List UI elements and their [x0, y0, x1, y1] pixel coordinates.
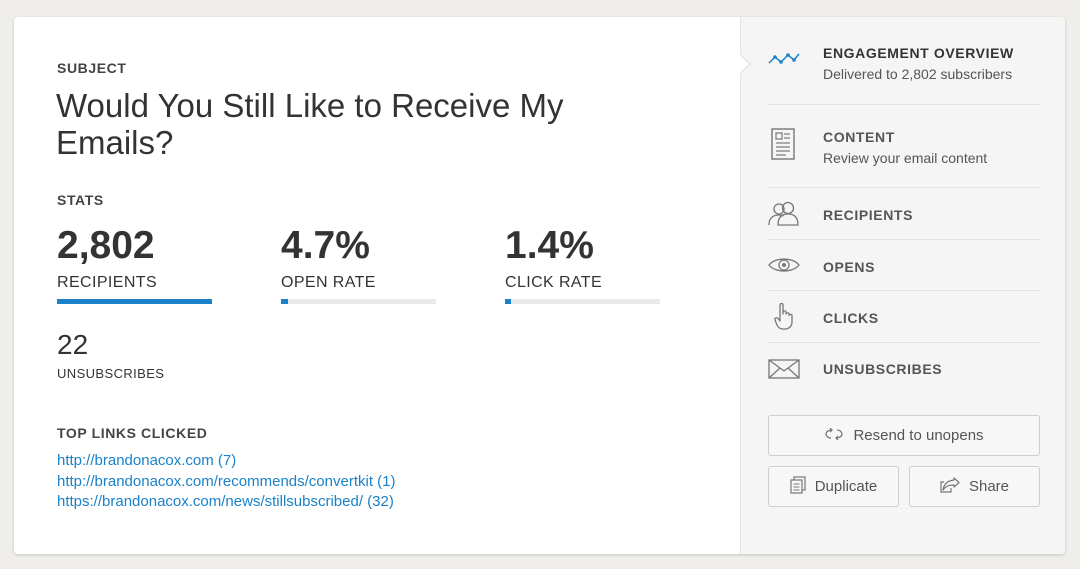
top-links-label: TOP LINKS CLICKED — [57, 425, 208, 441]
progress-fill — [505, 299, 512, 304]
progress-fill — [57, 299, 212, 304]
document-icon — [771, 128, 795, 165]
stats-label: STATS — [57, 192, 104, 208]
sidebar-item-opens[interactable]: OPENS — [768, 240, 1040, 291]
sidebar-item-recipients[interactable]: RECIPIENTS — [768, 188, 1040, 240]
stat-value: 4.7% — [281, 224, 370, 267]
subject-label: SUBJECT — [57, 60, 127, 76]
sidebar-item-engagement-overview[interactable]: ENGAGEMENT OVERVIEW Delivered to 2,802 s… — [768, 37, 1040, 105]
stat-unsubscribes: 22 UNSUBSCRIBES — [57, 328, 164, 381]
sidebar-item-subtitle: Review your email content — [823, 150, 988, 166]
report-main-panel: SUBJECT Would You Still Like to Receive … — [14, 17, 740, 554]
sidebar-item-title: CONTENT — [823, 129, 895, 145]
stat-label: CLICK RATE — [505, 274, 603, 291]
people-icon — [768, 200, 800, 231]
duplicate-label: Duplicate — [814, 478, 878, 495]
campaign-report-card: SUBJECT Would You Still Like to Receive … — [14, 17, 1065, 554]
stat-label: OPEN RATE — [281, 274, 376, 291]
progress-bar — [281, 299, 436, 304]
top-link[interactable]: http://brandonacox.com/recommends/conver… — [57, 472, 395, 493]
line-chart-icon — [768, 51, 800, 72]
stat-value: 2,802 — [57, 224, 155, 267]
progress-fill — [281, 299, 289, 304]
sidebar-item-title: CLICKS — [823, 310, 879, 326]
top-links-list: http://brandonacox.com (7) http://brando… — [57, 451, 395, 513]
active-caret — [740, 55, 749, 73]
sidebar-item-subtitle: Delivered to 2,802 subscribers — [823, 66, 1013, 82]
sidebar-item-clicks[interactable]: CLICKS — [768, 291, 1040, 343]
resend-icon — [824, 427, 853, 444]
progress-bar — [57, 299, 212, 304]
duplicate-button[interactable]: Duplicate — [768, 466, 899, 507]
sidebar-item-title: RECIPIENTS — [823, 207, 914, 223]
pointer-hand-icon — [773, 302, 795, 335]
unsubscribes-label: UNSUBSCRIBES — [57, 366, 165, 381]
duplicate-icon — [790, 475, 815, 498]
sidebar-item-title: ENGAGEMENT OVERVIEW — [823, 45, 1014, 61]
eye-icon — [768, 256, 800, 279]
sidebar-item-unsubscribes[interactable]: UNSUBSCRIBES — [768, 343, 1040, 395]
share-icon — [940, 476, 969, 497]
resend-to-unopens-button[interactable]: Resend to unopens — [768, 415, 1040, 456]
sidebar-item-title: OPENS — [823, 259, 876, 275]
share-label: Share — [968, 478, 1010, 495]
sidebar-item-title: UNSUBSCRIBES — [823, 361, 943, 377]
stat-label: RECIPIENTS — [57, 274, 158, 291]
stat-value: 1.4% — [505, 224, 594, 267]
sidebar-item-content[interactable]: CONTENT Review your email content — [768, 105, 1040, 188]
stat-recipients: 2,802 RECIPIENTS — [57, 223, 212, 304]
unsubscribes-value: 22 — [57, 329, 89, 360]
report-sidebar: ENGAGEMENT OVERVIEW Delivered to 2,802 s… — [740, 17, 1065, 554]
top-link[interactable]: https://brandonacox.com/news/stillsubscr… — [57, 492, 395, 513]
stat-click-rate: 1.4% CLICK RATE — [505, 223, 660, 304]
envelope-icon — [768, 359, 800, 384]
stat-open-rate: 4.7% OPEN RATE — [281, 223, 436, 304]
top-link[interactable]: http://brandonacox.com (7) — [57, 451, 395, 472]
resend-label: Resend to unopens — [853, 427, 984, 444]
subject-title: Would You Still Like to Receive My Email… — [56, 87, 564, 161]
progress-bar — [505, 299, 660, 304]
share-button[interactable]: Share — [909, 466, 1040, 507]
